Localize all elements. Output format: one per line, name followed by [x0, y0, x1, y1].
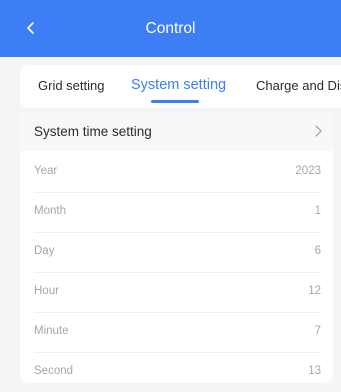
- day-row[interactable]: Day 6: [34, 232, 321, 273]
- tab-grid-setting[interactable]: Grid setting: [38, 78, 104, 93]
- day-value: 6: [314, 245, 321, 257]
- year-label: Year: [34, 165, 58, 177]
- minute-label: Minute: [34, 325, 69, 337]
- month-value: 1: [314, 205, 321, 217]
- month-row[interactable]: Month 1: [34, 192, 321, 233]
- second-label: Second: [34, 365, 74, 377]
- tab-charge-and-discharge[interactable]: Charge and Dis: [256, 78, 341, 93]
- second-value: 13: [308, 365, 321, 377]
- section-title: System time setting: [34, 124, 152, 139]
- hour-value: 12: [308, 285, 321, 297]
- second-row[interactable]: Second 13: [34, 352, 321, 392]
- hour-label: Hour: [34, 285, 59, 297]
- system-time-setting-header[interactable]: System time setting: [20, 112, 333, 151]
- minute-row[interactable]: Minute 7: [34, 312, 321, 353]
- page-title: Control: [145, 20, 196, 37]
- month-label: Month: [34, 205, 66, 217]
- tab-system-setting[interactable]: System setting: [131, 77, 226, 93]
- year-value: 2023: [295, 165, 321, 177]
- top-bar: Control: [0, 0, 341, 57]
- hour-row[interactable]: Hour 12: [34, 272, 321, 313]
- chevron-right-icon: [315, 125, 322, 137]
- minute-value: 7: [314, 325, 321, 337]
- system-time-panel: System time setting Year 2023 Month 1 Da…: [20, 112, 333, 383]
- year-row[interactable]: Year 2023: [34, 152, 321, 193]
- active-tab-indicator: [151, 100, 199, 103]
- day-label: Day: [34, 245, 55, 257]
